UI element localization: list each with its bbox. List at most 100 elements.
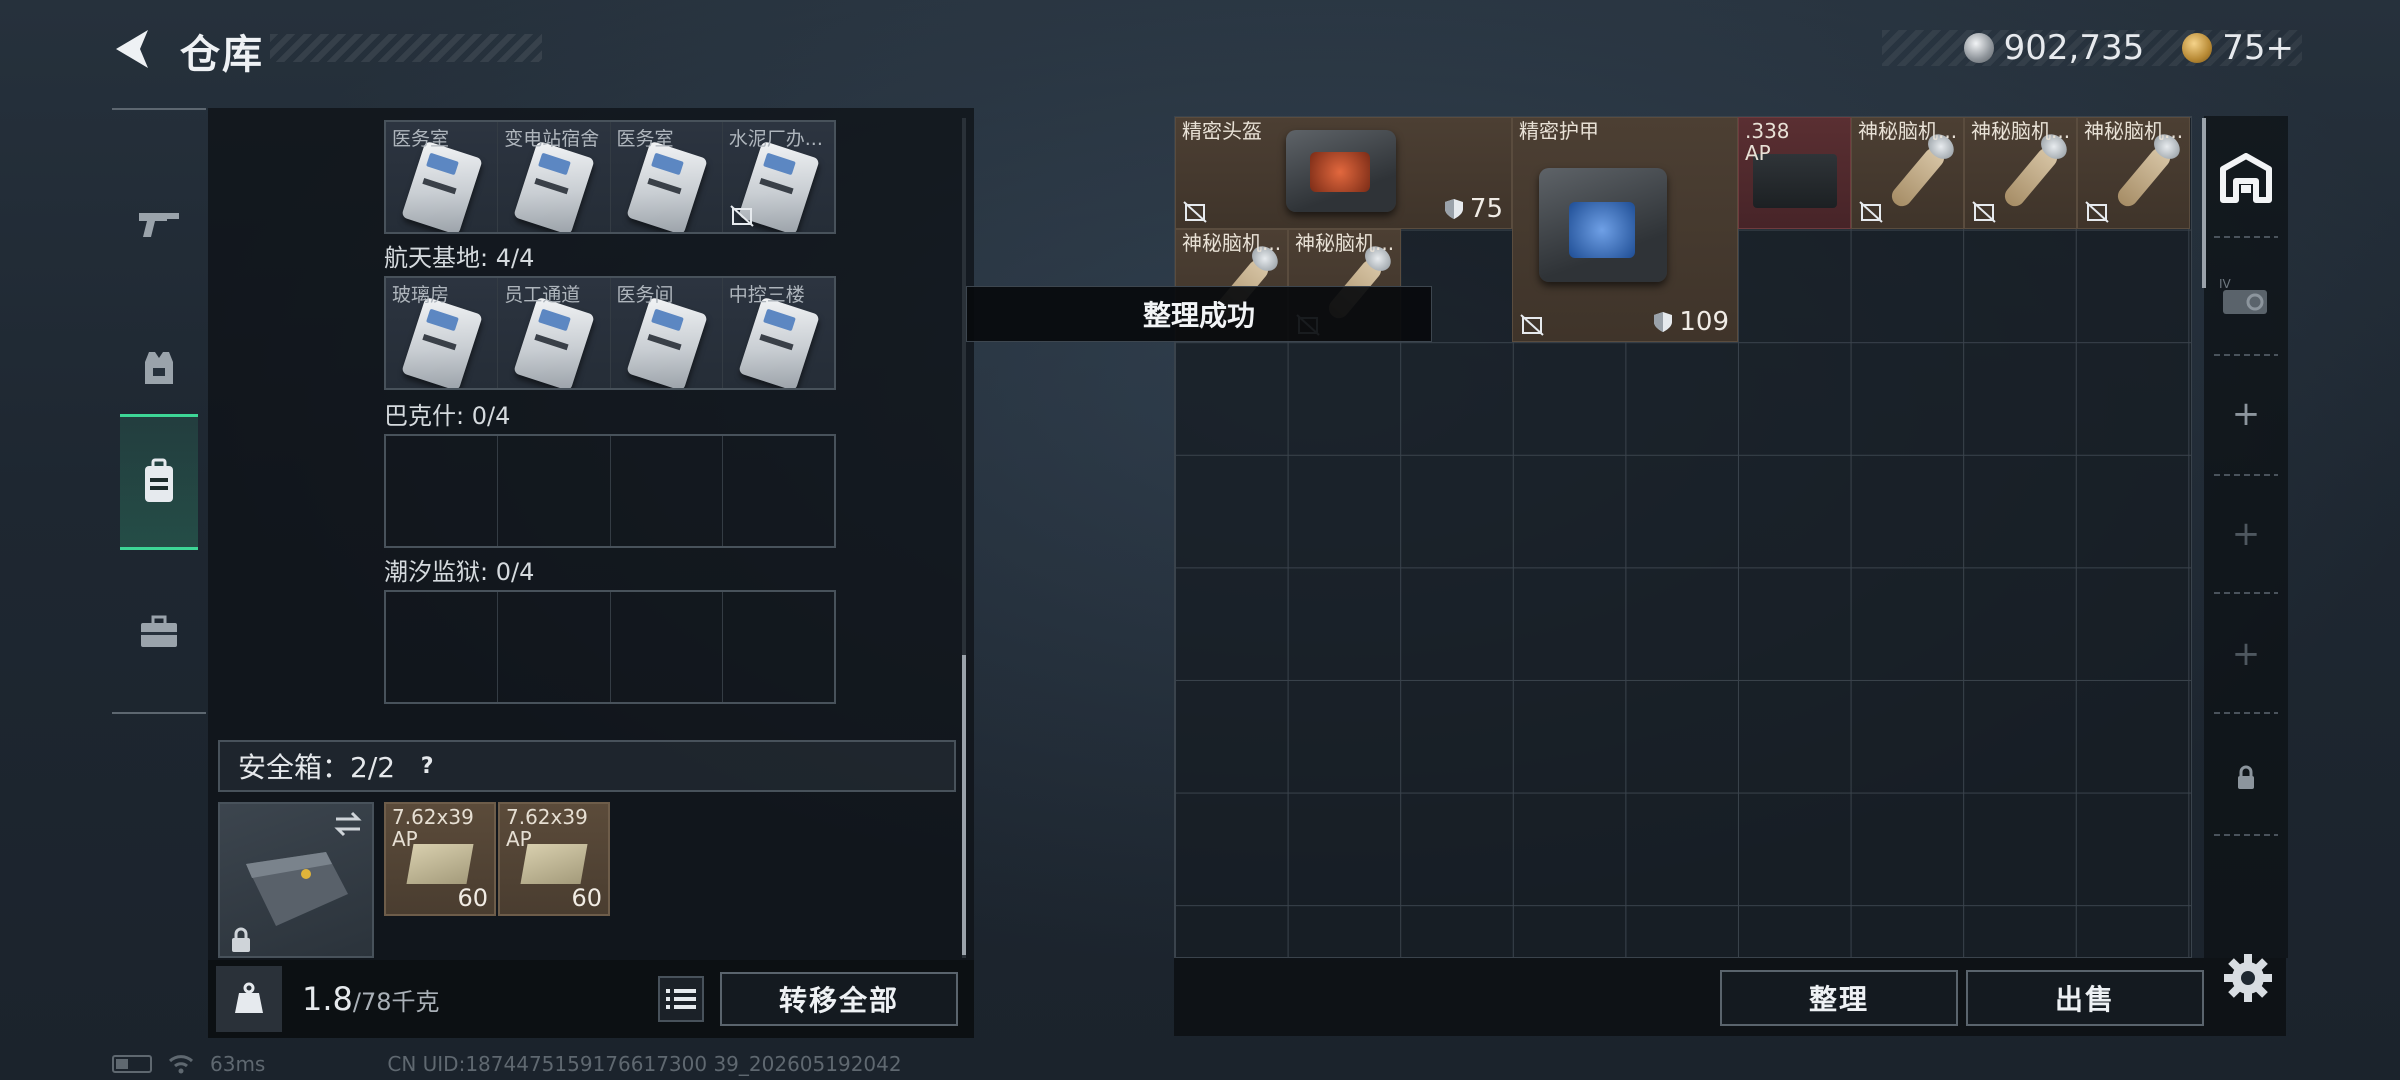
map-label-bakesh: 巴克什: 0/4: [384, 402, 511, 430]
stash-item-helmet[interactable]: 精密头盔 75: [1175, 117, 1512, 229]
item-name: 精密头盔: [1182, 119, 1262, 143]
cable-image: [2000, 143, 2062, 211]
title-stripe: [270, 34, 542, 62]
keycard-image: [401, 140, 483, 232]
stash-tab-add-2[interactable]: +: [2206, 478, 2286, 590]
keycard-slot[interactable]: 医务室: [610, 122, 723, 232]
cable-image: [1887, 143, 1949, 211]
keycard-image: [401, 296, 483, 388]
cable-image: [2113, 143, 2175, 211]
keycard-name: 水泥厂办...: [728, 128, 823, 150]
settings-gear-icon[interactable]: [2220, 950, 2276, 1006]
keycard-slot[interactable]: [723, 592, 834, 702]
durability-value: 109: [1679, 307, 1729, 337]
keycard-grid-3: [384, 434, 836, 548]
stash-item-brain-chip[interactable]: 神秘脑机...: [2077, 117, 2190, 229]
keycard-name: 玻璃房: [392, 284, 450, 306]
ammo-name: 7.62x39 AP: [506, 805, 588, 851]
stash-tab-add-1[interactable]: +: [2206, 358, 2286, 470]
page-title: 仓库: [180, 32, 264, 78]
keycard-slot[interactable]: [386, 436, 499, 546]
keycard-slot[interactable]: [611, 592, 723, 702]
stash-item-brain-chip[interactable]: 神秘脑机...: [1851, 117, 1964, 229]
no-insurance-icon: [1520, 314, 1544, 336]
item-name: 神秘脑机...: [2084, 119, 2184, 143]
weight-max: /78千克: [352, 988, 440, 1016]
stash-grid[interactable]: 精密头盔 75 精密护甲 109 .338 AP 神秘脑机... 神秘脑机...: [1174, 116, 2192, 958]
keycard-name: 医务室: [616, 128, 674, 150]
keycard-name: 变电站宿舍: [504, 128, 600, 150]
gold-currency-value[interactable]: 75+: [2222, 28, 2294, 68]
stash-item-armor[interactable]: 精密护甲 109: [1512, 117, 1738, 342]
shield-icon: [1654, 312, 1673, 332]
plus-icon: +: [2231, 514, 2261, 554]
keycard-slot[interactable]: 水泥厂办...: [722, 122, 834, 232]
keycard-slot[interactable]: 员工通道: [498, 278, 611, 388]
ammo-count: 60: [457, 884, 488, 912]
weight-icon: [216, 966, 282, 1032]
nav-item-weapons[interactable]: [120, 156, 198, 292]
svg-text:IV: IV: [2219, 277, 2232, 291]
keycard-slot[interactable]: [386, 592, 499, 702]
ping-value: 63ms: [210, 1052, 266, 1076]
swap-icon[interactable]: [332, 810, 364, 838]
keycard-image: [513, 140, 596, 232]
keycard-grid-4: [384, 590, 836, 704]
silver-currency-value: 902,735: [2003, 28, 2145, 68]
gun-icon: [139, 213, 179, 237]
ammo-item[interactable]: 7.62x39 AP 60: [384, 802, 496, 916]
plus-icon: +: [2231, 634, 2261, 674]
stash-tab-lv[interactable]: IV: [2206, 240, 2286, 352]
back-arrow-icon[interactable]: [110, 26, 156, 72]
item-name: .338 AP: [1745, 119, 1790, 165]
organize-button[interactable]: 整理: [1720, 970, 1958, 1026]
item-name: 神秘脑机...: [1971, 119, 2071, 143]
list-icon: [666, 989, 696, 1009]
weight-current: 1.8: [302, 980, 353, 1018]
keycard-slot[interactable]: 变电站宿舍: [498, 122, 611, 232]
stash-tab-locked[interactable]: [2206, 722, 2286, 834]
stash-item-338-ammo[interactable]: .338 AP: [1738, 117, 1851, 229]
keycard-slot[interactable]: 医务间: [610, 278, 723, 388]
warehouse-icon: [2220, 153, 2272, 203]
left-scroll-thumb[interactable]: [962, 655, 966, 955]
map-label-tide-prison: 潮汐监狱: 0/4: [384, 558, 535, 586]
keycard-slot[interactable]: 医务室: [386, 122, 499, 232]
keycard-slot[interactable]: 中控三楼: [722, 278, 834, 388]
item-name: 神秘脑机...: [1182, 231, 1282, 255]
tab-divider: [2214, 592, 2278, 594]
ammo-item[interactable]: 7.62x39 AP 60: [498, 802, 610, 916]
keycard-image: [625, 140, 708, 232]
safe-box-header: 安全箱：2/2 ?: [218, 740, 956, 792]
no-insurance-icon: [730, 205, 754, 227]
keycard-name: 中控三楼: [728, 284, 805, 306]
keycard-slot[interactable]: [498, 436, 611, 546]
keycard-slot[interactable]: [498, 592, 611, 702]
help-icon[interactable]: ?: [413, 752, 441, 780]
wifi-icon: [168, 1055, 194, 1074]
sell-button[interactable]: 出售: [1966, 970, 2204, 1026]
gold-coin-icon[interactable]: [2182, 33, 2213, 63]
backpack-icon: [145, 458, 173, 502]
safe-box-slot[interactable]: [218, 802, 374, 958]
stash-tab-add-3[interactable]: +: [2206, 598, 2286, 710]
lock-icon: [2238, 765, 2254, 789]
nav-item-toolbox[interactable]: [120, 564, 198, 700]
list-view-button[interactable]: [658, 976, 704, 1022]
keycard-name: 员工通道: [504, 284, 581, 306]
stash-item-brain-chip[interactable]: 神秘脑机...: [1964, 117, 2077, 229]
keycard-slot[interactable]: [723, 436, 834, 546]
tab-divider: [2214, 354, 2278, 356]
keycard-image: [737, 296, 820, 388]
ammo-name: 7.62x39 AP: [392, 805, 474, 851]
nav-item-backpack[interactable]: [120, 414, 198, 550]
safe-case-icon: [246, 852, 348, 926]
category-nav: [112, 108, 206, 714]
stash-tab-home[interactable]: [2206, 122, 2286, 234]
battery-icon: [112, 1055, 152, 1073]
keycard-slot[interactable]: 玻璃房: [386, 278, 499, 388]
keycard-slot[interactable]: [611, 436, 723, 546]
no-insurance-icon: [1972, 201, 1996, 223]
no-insurance-icon: [1183, 201, 1207, 223]
transfer-all-button[interactable]: 转移全部: [720, 972, 958, 1026]
